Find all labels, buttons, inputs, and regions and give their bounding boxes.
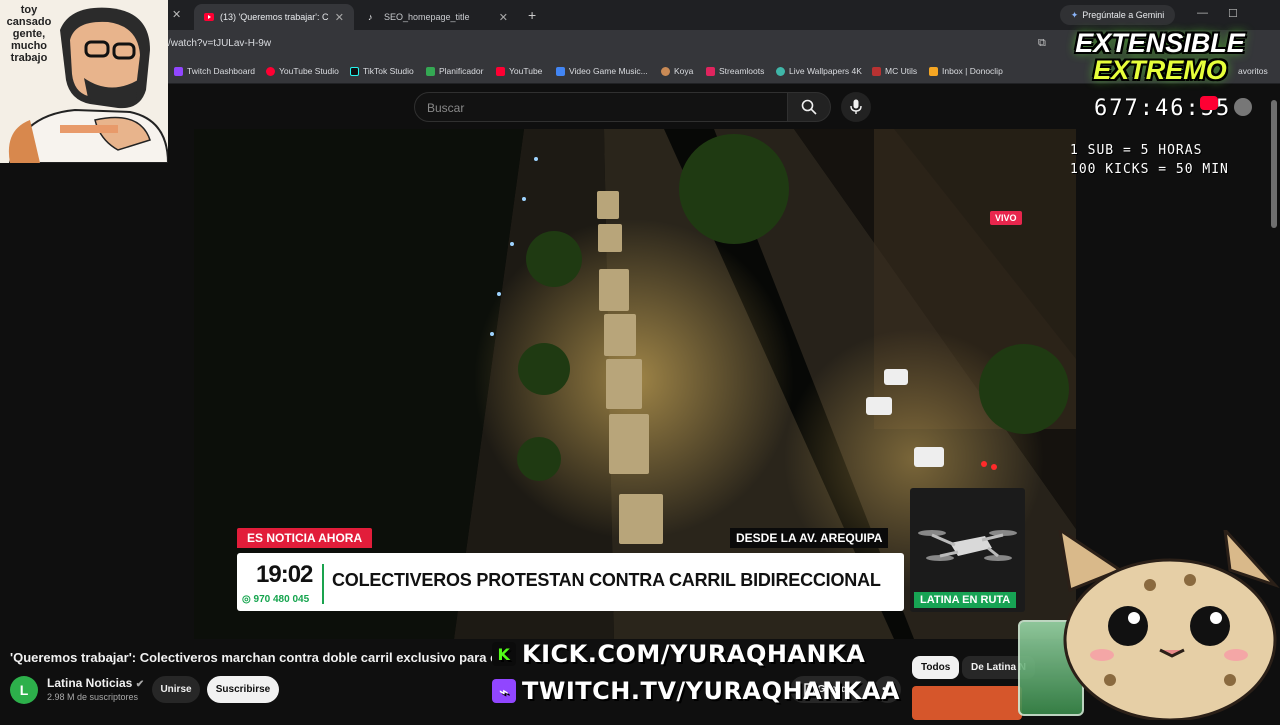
- bookmark-streamloots[interactable]: Streamloots: [706, 66, 764, 76]
- bookmark-label: Live Wallpapers 4K: [789, 66, 862, 76]
- bookmark-label: Koya: [674, 66, 694, 76]
- twitch-icon: [174, 66, 183, 76]
- page-scrollbar[interactable]: [1271, 100, 1277, 228]
- minimize-icon[interactable]: —: [1197, 7, 1208, 19]
- youtube-icon: [204, 12, 214, 22]
- bookmark-label: MC Utils: [885, 66, 918, 76]
- tab-title: (13) 'Queremos trabajar': C: [220, 12, 329, 22]
- tiktok-icon: [350, 66, 359, 76]
- bookmark-label: TikTok Studio: [363, 66, 414, 76]
- bookmark-twitch-dashboard[interactable]: Twitch Dashboard: [174, 66, 255, 76]
- kick-icon: K: [492, 642, 516, 666]
- chip-todos[interactable]: Todos: [912, 656, 960, 679]
- join-button[interactable]: Unirse: [152, 676, 200, 703]
- lower-third-divider: [322, 564, 324, 604]
- tab-close-icon[interactable]: ✕: [329, 11, 344, 24]
- bookmark-label: Twitch Dashboard: [187, 66, 256, 76]
- twitch-url: TWITCH.TV/YURAQHANKAA: [522, 677, 900, 705]
- drone-icon: [918, 530, 1017, 561]
- twitch-icon: ⌁: [492, 679, 516, 703]
- recommended-thumbnail[interactable]: [912, 686, 1022, 720]
- subathon-rule-subs: 1 SUB = 5 HORAS: [1070, 143, 1203, 158]
- wallpaper-icon: [776, 66, 785, 76]
- bookmark-tiktok-studio[interactable]: TikTok Studio: [350, 66, 414, 76]
- bookmark-label: Inbox | Donoclip: [942, 66, 1003, 76]
- phone-number: 970 480 045: [253, 594, 310, 605]
- account-avatar[interactable]: [1234, 98, 1252, 116]
- tab-youtube-video[interactable]: (13) 'Queremos trabajar': C ✕: [194, 4, 354, 30]
- bookmark-label: Planificador: [439, 66, 484, 76]
- mc-utils-icon: [872, 66, 881, 76]
- breaking-news-tag: ES NOTICIA AHORA: [237, 528, 373, 548]
- kick-link: K KICK.COM/YURAQHANKA: [492, 640, 865, 668]
- cast-icon[interactable]: ⧉: [1038, 37, 1046, 50]
- microphone-icon: [850, 99, 862, 114]
- folder-icon: [556, 66, 565, 76]
- gemini-button[interactable]: ✦ Pregúntale a Gemini: [1060, 5, 1175, 25]
- bookmark-mc-utils[interactable]: MC Utils: [872, 66, 917, 76]
- subathon-rule-kicks: 100 KICKS = 50 MIN: [1070, 162, 1229, 177]
- whatsapp-number: ◎ 970 480 045: [242, 594, 309, 605]
- subathon-title: EXTENSIBLE EXTREMO: [1060, 30, 1260, 84]
- url-field[interactable]: /watch?v=tJULav-H-9w: [168, 38, 271, 49]
- segment-tag: LATINA EN RUTA: [914, 592, 1017, 608]
- live-badge: VIVO: [990, 211, 1022, 225]
- gemini-label: Pregúntale a Gemini: [1082, 10, 1165, 20]
- voice-search-button[interactable]: [841, 92, 871, 122]
- subathon-title-line1: EXTENSIBLE: [1075, 28, 1245, 58]
- broadcast-clock: 19:02: [256, 561, 313, 588]
- bookmark-live-wallpapers[interactable]: Live Wallpapers 4K: [776, 66, 862, 76]
- bookmark-label: Video Game Music...: [569, 66, 648, 76]
- koya-icon: [661, 66, 670, 76]
- cat-mascot-illustration: [1050, 525, 1280, 722]
- cat-mascot: [1057, 525, 1280, 722]
- tab-seo[interactable]: ♪ SEO_homepage_title ✕: [358, 4, 518, 30]
- youtube-icon: [496, 66, 505, 76]
- search-button[interactable]: [787, 92, 831, 122]
- subathon-title-line2: EXTREMO: [1093, 55, 1227, 85]
- tiktok-icon: ♪: [368, 12, 373, 22]
- tab-title: SEO_homepage_title: [384, 12, 470, 22]
- tab-close-icon[interactable]: ✕: [493, 11, 508, 24]
- channel-name[interactable]: Latina Noticias ✔: [47, 676, 144, 690]
- bookmark-koya[interactable]: Koya: [661, 66, 693, 76]
- kick-url: KICK.COM/YURAQHANKA: [522, 640, 866, 668]
- webcam-caption: toy cansado gente, mucho trabajo: [6, 4, 52, 64]
- bookmark-inbox-donoclip[interactable]: Inbox | Donoclip: [929, 66, 1003, 76]
- bookmark-youtube-studio[interactable]: YouTube Studio: [266, 66, 339, 76]
- bookmark-label: YouTube: [509, 66, 543, 76]
- sheets-icon: [426, 66, 435, 76]
- search-icon: [801, 99, 817, 115]
- channel-avatar[interactable]: L: [10, 676, 38, 704]
- subscriber-count: 2.98 M de suscriptores: [47, 692, 139, 702]
- bookmark-youtube[interactable]: YouTube: [496, 66, 542, 76]
- news-headline: COLECTIVEROS PROTESTAN CONTRA CARRIL BID…: [332, 570, 881, 590]
- bookmark-planificador[interactable]: Planificador: [426, 66, 483, 76]
- sparkle-icon: ✦: [1070, 9, 1079, 20]
- bookmark-label: YouTube Studio: [279, 66, 339, 76]
- video-title: 'Queremos trabajar': Colectiveros marcha…: [10, 650, 498, 665]
- verified-icon: ✔: [135, 679, 145, 690]
- twitch-link: ⌁ TWITCH.TV/YURAQHANKAA: [492, 677, 900, 705]
- tab-close-icon[interactable]: ✕: [172, 8, 181, 21]
- subscribe-button[interactable]: Suscribirse: [207, 676, 279, 703]
- youtube-studio-icon: [266, 66, 275, 76]
- whatsapp-icon: ◎: [242, 594, 254, 605]
- new-tab-button[interactable]: +: [528, 7, 536, 23]
- bookmark-label: Streamloots: [719, 66, 765, 76]
- donoclip-icon: [929, 66, 938, 76]
- location-tag: DESDE LA AV. AREQUIPA: [730, 528, 889, 548]
- search-input[interactable]: Buscar: [414, 92, 788, 122]
- bookmark-video-game-music[interactable]: Video Game Music...: [556, 66, 648, 76]
- channel-name-text: Latina Noticias: [47, 676, 133, 690]
- streamloots-icon: [706, 66, 715, 76]
- youtube-logo-icon[interactable]: [1200, 96, 1218, 110]
- maximize-icon[interactable]: ☐: [1228, 7, 1238, 20]
